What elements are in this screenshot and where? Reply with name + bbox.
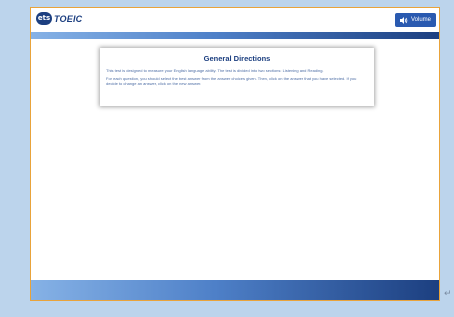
test-window: ets TOEIC Volume General Directions This… <box>30 7 440 301</box>
volume-label: Volume <box>410 17 431 23</box>
return-arrow-icon: ↵ <box>444 289 452 299</box>
general-directions-panel: General Directions This test is designed… <box>100 48 374 106</box>
directions-title: General Directions <box>203 54 271 63</box>
header-gradient-bar <box>31 32 439 39</box>
screen-background: ets TOEIC Volume General Directions This… <box>0 0 454 317</box>
volume-button[interactable]: Volume <box>394 13 436 27</box>
directions-paragraph-1: This test is designed to measure your En… <box>106 68 324 73</box>
app-header: ets TOEIC Volume <box>31 8 439 32</box>
footer-gradient-bar <box>31 280 439 300</box>
toeic-logo: ets TOEIC <box>36 12 82 25</box>
toeic-logo-text: TOEIC <box>54 13 83 24</box>
directions-paragraph-2: For each question, you should select the… <box>106 76 357 86</box>
speaker-icon <box>399 16 408 24</box>
ets-logo-mark: ets <box>36 12 52 25</box>
